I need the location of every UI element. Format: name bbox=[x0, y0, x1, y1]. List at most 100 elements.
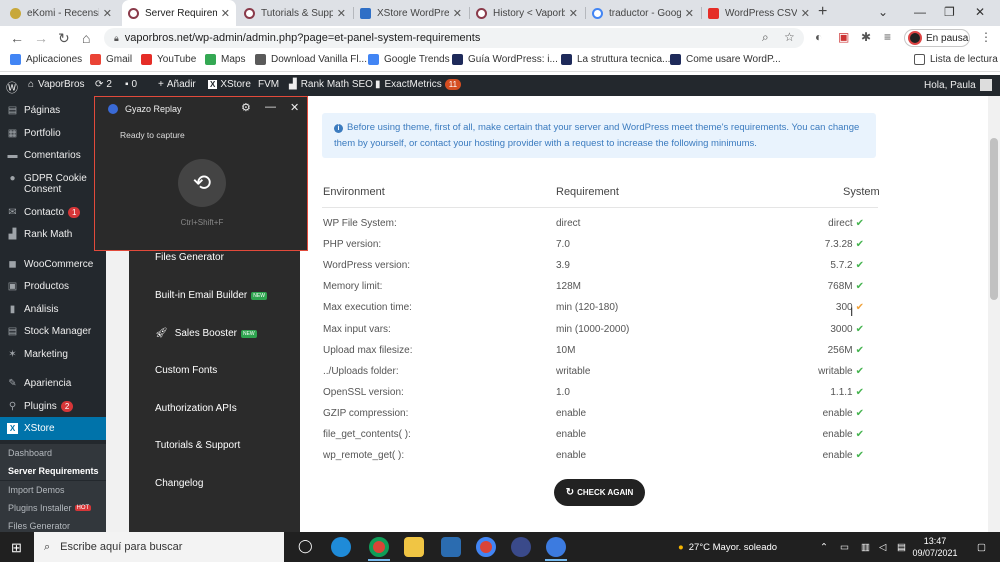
zoom-search-icon[interactable]: ⌕ bbox=[762, 30, 769, 45]
admin-bar-site[interactable]: ⌂ VaporBros bbox=[28, 79, 85, 90]
forward-arrow-icon[interactable]: → bbox=[34, 30, 48, 46]
chrome-profile-app-icon[interactable] bbox=[476, 537, 496, 557]
taskbar-search[interactable]: ⌕ Escribe aquí para buscar bbox=[34, 532, 284, 562]
browser-tab[interactable]: Tutorials & Supp ✕ bbox=[238, 0, 352, 26]
tray-app-icon[interactable]: ▭ bbox=[840, 542, 849, 553]
bookmark-gmail[interactable]: Gmail bbox=[90, 54, 132, 65]
edge-app-icon[interactable] bbox=[331, 537, 351, 557]
menu-item-contacto[interactable]: ✉ Contacto 1 bbox=[0, 201, 106, 223]
bookmark-guia-wordpress[interactable]: Guía WordPress: i... bbox=[452, 54, 558, 65]
capture-button[interactable]: ⟲ bbox=[178, 159, 226, 207]
bookmark-come-usare[interactable]: Come usare WordP... bbox=[670, 54, 781, 65]
xnav-tutorials-support[interactable]: Tutorials & Support bbox=[155, 440, 240, 451]
menu-item-productos[interactable]: ▣ Productos bbox=[0, 275, 106, 297]
close-tab-icon[interactable]: ✕ bbox=[685, 7, 694, 20]
profile-button[interactable]: En pausa bbox=[904, 29, 970, 47]
browser-tab[interactable]: History < Vaporb ✕ bbox=[470, 0, 584, 26]
store-app-icon[interactable] bbox=[441, 537, 461, 557]
chrome-app-icon[interactable] bbox=[369, 537, 389, 557]
app-icon[interactable] bbox=[511, 537, 531, 557]
menu-item-xstore[interactable]: X XStore bbox=[0, 417, 106, 440]
restore-icon[interactable]: ❐ bbox=[944, 5, 955, 19]
network-icon[interactable]: ▥ bbox=[861, 542, 870, 553]
admin-bar-exactmetrics[interactable]: ▮ ExactMetrics 11 bbox=[375, 79, 462, 90]
gyazo-app-icon[interactable] bbox=[546, 537, 566, 557]
close-tab-icon[interactable]: ✕ bbox=[569, 7, 578, 20]
menu-item-apariencia[interactable]: ✎ Apariencia bbox=[0, 372, 106, 394]
browser-tab-active[interactable]: Server Requireme ✕ bbox=[122, 0, 236, 26]
browser-menu-icon[interactable]: ⋮ bbox=[980, 30, 992, 44]
reload-icon[interactable]: ↻ bbox=[58, 30, 70, 47]
xnav-sales-booster[interactable]: 🚀︎ Sales Booster NEW bbox=[155, 328, 257, 339]
bookmark-struttura[interactable]: La struttura tecnica... bbox=[561, 54, 670, 65]
admin-bar-xstore[interactable]: X XStore bbox=[208, 79, 251, 90]
scroll-thumb[interactable] bbox=[990, 138, 998, 300]
tab-search-icon[interactable]: ⌄ bbox=[878, 5, 888, 19]
admin-bar-rankmath[interactable]: ▟ Rank Math SEO bbox=[289, 79, 373, 90]
page-scrollbar[interactable] bbox=[988, 96, 1000, 532]
xnav-files-generator[interactable]: Files Generator bbox=[155, 252, 224, 263]
admin-bar-account[interactable]: Hola, Paula bbox=[924, 79, 992, 91]
settings-gear-icon[interactable]: ⚙ bbox=[241, 101, 251, 114]
admin-bar-updates[interactable]: ⟳ 2 bbox=[95, 79, 112, 90]
admin-bar-add[interactable]: + Añadir bbox=[158, 79, 196, 90]
close-window-icon[interactable]: ✕ bbox=[975, 5, 985, 19]
browser-tab[interactable]: XStore WordPres ✕ bbox=[354, 0, 468, 26]
submenu-dashboard[interactable]: Dashboard bbox=[0, 444, 106, 462]
file-explorer-icon[interactable] bbox=[404, 537, 424, 557]
menu-item-gdpr[interactable]: ● GDPR Cookie Consent bbox=[0, 170, 106, 198]
volume-icon[interactable]: ◁ bbox=[879, 542, 886, 553]
menu-item-stock-manager[interactable]: ▤ Stock Manager bbox=[0, 320, 106, 342]
submenu-server-requirements[interactable]: Server Requirements bbox=[0, 462, 106, 480]
task-view-icon[interactable]: ◯ bbox=[298, 538, 313, 554]
close-tab-icon[interactable]: ✕ bbox=[337, 7, 346, 20]
xnav-email-builder[interactable]: Built-in Email Builder NEW bbox=[155, 290, 267, 301]
bookmark-star-icon[interactable]: ☆ bbox=[784, 30, 795, 44]
taskbar-clock[interactable]: 13:47 09/07/2021 bbox=[912, 535, 958, 559]
media-control-icon[interactable]: ≡ bbox=[884, 30, 891, 44]
reading-list[interactable]: Lista de lectura bbox=[914, 54, 998, 65]
menu-item-woocommerce[interactable]: ◼ WooCommerce bbox=[0, 253, 106, 275]
minimize-icon[interactable]: — bbox=[265, 101, 276, 113]
browser-tab[interactable]: eKomi - Recensio ✕ bbox=[4, 0, 118, 26]
language-icon[interactable]: ▤ bbox=[897, 542, 906, 553]
browser-tab[interactable]: traductor - Goog ✕ bbox=[586, 0, 700, 26]
menu-item-marketing[interactable]: ✶ Marketing bbox=[0, 343, 106, 365]
xnav-custom-fonts[interactable]: Custom Fonts bbox=[155, 365, 217, 376]
bookmark-youtube[interactable]: YouTube bbox=[141, 54, 196, 65]
close-tab-icon[interactable]: ✕ bbox=[103, 7, 112, 20]
close-tab-icon[interactable]: ✕ bbox=[801, 7, 810, 20]
bookmark-vanilla[interactable]: Download Vanilla Fl... bbox=[255, 54, 367, 65]
back-arrow-icon[interactable]: ← bbox=[10, 30, 24, 46]
home-icon[interactable]: ⌂ bbox=[82, 30, 90, 46]
browser-tab[interactable]: WordPress CSV Im ✕ bbox=[702, 0, 816, 26]
new-tab-icon[interactable]: + bbox=[818, 3, 827, 21]
address-bar[interactable]: 🔒︎ vaporbros.net/wp-admin/admin.php?page… bbox=[104, 28, 804, 48]
tray-chevron-icon[interactable]: ⌃ bbox=[820, 542, 828, 553]
notifications-icon[interactable]: ▢ bbox=[977, 542, 986, 553]
menu-item-comentarios[interactable]: ▬ Comentarios bbox=[0, 144, 106, 166]
close-icon[interactable]: ✕ bbox=[290, 101, 299, 114]
xnav-changelog[interactable]: Changelog bbox=[155, 478, 203, 489]
menu-item-paginas[interactable]: ▤ Páginas bbox=[0, 99, 106, 121]
menu-item-plugins[interactable]: ⚲ Plugins 2 bbox=[0, 395, 106, 417]
admin-bar-fvm[interactable]: FVM bbox=[258, 79, 279, 90]
menu-item-portfolio[interactable]: ▦ Portfolio bbox=[0, 122, 106, 144]
extension-red-icon[interactable]: ▣ bbox=[838, 30, 849, 44]
menu-item-rankmath[interactable]: ▟ Rank Math bbox=[0, 223, 106, 245]
weather-widget[interactable]: ● 27°C Mayor. soleado bbox=[678, 542, 777, 553]
menu-item-analisis[interactable]: ▮ Análisis bbox=[0, 298, 106, 320]
bookmark-google-trends[interactable]: Google Trends bbox=[368, 54, 450, 65]
extension-dark-icon[interactable]: ◐ bbox=[815, 30, 822, 44]
submenu-plugins-installer[interactable]: Plugins Installer HOT bbox=[0, 499, 106, 517]
extensions-puzzle-icon[interactable]: ✱ bbox=[861, 30, 871, 44]
check-again-button[interactable]: ↻ CHECK AGAIN bbox=[554, 479, 645, 506]
submenu-import-demos[interactable]: Import Demos bbox=[0, 481, 106, 499]
close-tab-icon[interactable]: ✕ bbox=[221, 7, 230, 20]
close-tab-icon[interactable]: ✕ bbox=[453, 7, 462, 20]
minimize-icon[interactable]: — bbox=[914, 5, 926, 19]
bookmark-apps[interactable]: Aplicaciones bbox=[10, 54, 82, 65]
admin-bar-comments[interactable]: ▪ 0 bbox=[125, 79, 137, 90]
windows-start-icon[interactable]: ⊞ bbox=[11, 540, 22, 556]
bookmark-maps[interactable]: Maps bbox=[205, 54, 245, 65]
